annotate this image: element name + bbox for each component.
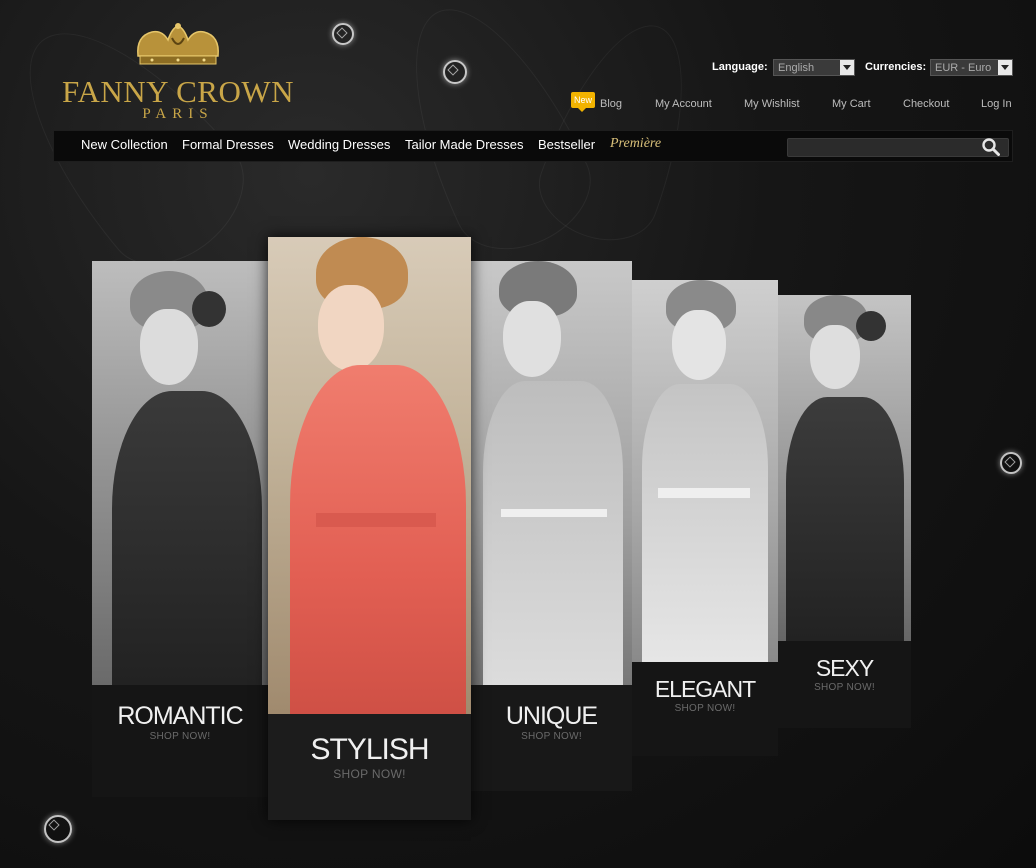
blog-link[interactable]: Blog [600,98,622,110]
currency-label: Currencies: [865,61,927,73]
chevron-down-icon [840,60,854,75]
sparkle-decoration [332,23,354,45]
nav-item-tailor-made-dresses[interactable]: Tailor Made Dresses [405,137,524,152]
checkout-link[interactable]: Checkout [903,98,949,110]
sparkle-decoration [44,815,72,843]
category-panel-stylish[interactable]: STYLISH SHOP NOW! [268,237,471,820]
panel-caption: ROMANTIC SHOP NOW! [92,702,268,742]
category-panel-elegant[interactable]: ELEGANT SHOP NOW! [632,280,778,756]
panel-caption: SEXY SHOP NOW! [778,655,911,693]
language-select[interactable]: English [773,59,855,76]
nav-item-new-collection[interactable]: New Collection [81,137,168,152]
panel-caption: STYLISH SHOP NOW! [268,733,471,781]
new-badge: New [571,92,595,112]
language-value: English [778,62,815,74]
brand-name: FANNY CROWN [62,74,294,109]
category-panel-unique[interactable]: UNIQUE SHOP NOW! [471,261,632,791]
chevron-down-icon [998,60,1012,75]
my-wishlist-link[interactable]: My Wishlist [744,98,800,110]
panel-title: ELEGANT [654,676,756,702]
shop-now-link[interactable]: SHOP NOW! [632,703,778,714]
brand-logo[interactable]: FANNY CROWN PARIS [62,22,294,123]
nav-item-formal-dresses[interactable]: Formal Dresses [182,137,274,152]
panel-caption: ELEGANT SHOP NOW! [632,676,778,714]
nav-item-bestseller[interactable]: Bestseller [538,137,595,152]
log-in-link[interactable]: Log In [981,98,1012,110]
model-photo [92,261,268,685]
search-icon[interactable] [982,138,1000,156]
model-photo [778,295,911,641]
model-photo [268,237,471,714]
panel-caption: UNIQUE SHOP NOW! [471,702,632,742]
shop-now-link[interactable]: SHOP NOW! [471,731,632,742]
category-panel-romantic[interactable]: ROMANTIC SHOP NOW! [92,261,268,797]
nav-item-premiere[interactable]: Première [610,136,661,152]
my-account-link[interactable]: My Account [655,98,712,110]
search-input[interactable] [787,138,1009,157]
my-cart-link[interactable]: My Cart [832,98,871,110]
shop-now-link[interactable]: SHOP NOW! [778,682,911,693]
model-photo [632,280,778,662]
shop-now-link[interactable]: SHOP NOW! [92,731,268,742]
sparkle-decoration [443,60,467,84]
panel-title: UNIQUE [505,702,598,730]
sparkle-decoration [1000,452,1022,474]
panel-title: ROMANTIC [117,702,243,730]
main-nav: New Collection Formal Dresses Wedding Dr… [53,130,1013,162]
category-panel-sexy[interactable]: SEXY SHOP NOW! [778,295,911,728]
panel-title: STYLISH [310,733,429,766]
nav-item-wedding-dresses[interactable]: Wedding Dresses [288,137,390,152]
currency-select[interactable]: EUR - Euro [930,59,1013,76]
panel-title: SEXY [815,655,874,681]
language-label: Language: [712,61,768,73]
model-photo [471,261,632,685]
crown-icon [132,22,224,72]
shop-now-link[interactable]: SHOP NOW! [268,767,471,781]
currency-value: EUR - Euro [935,62,992,74]
